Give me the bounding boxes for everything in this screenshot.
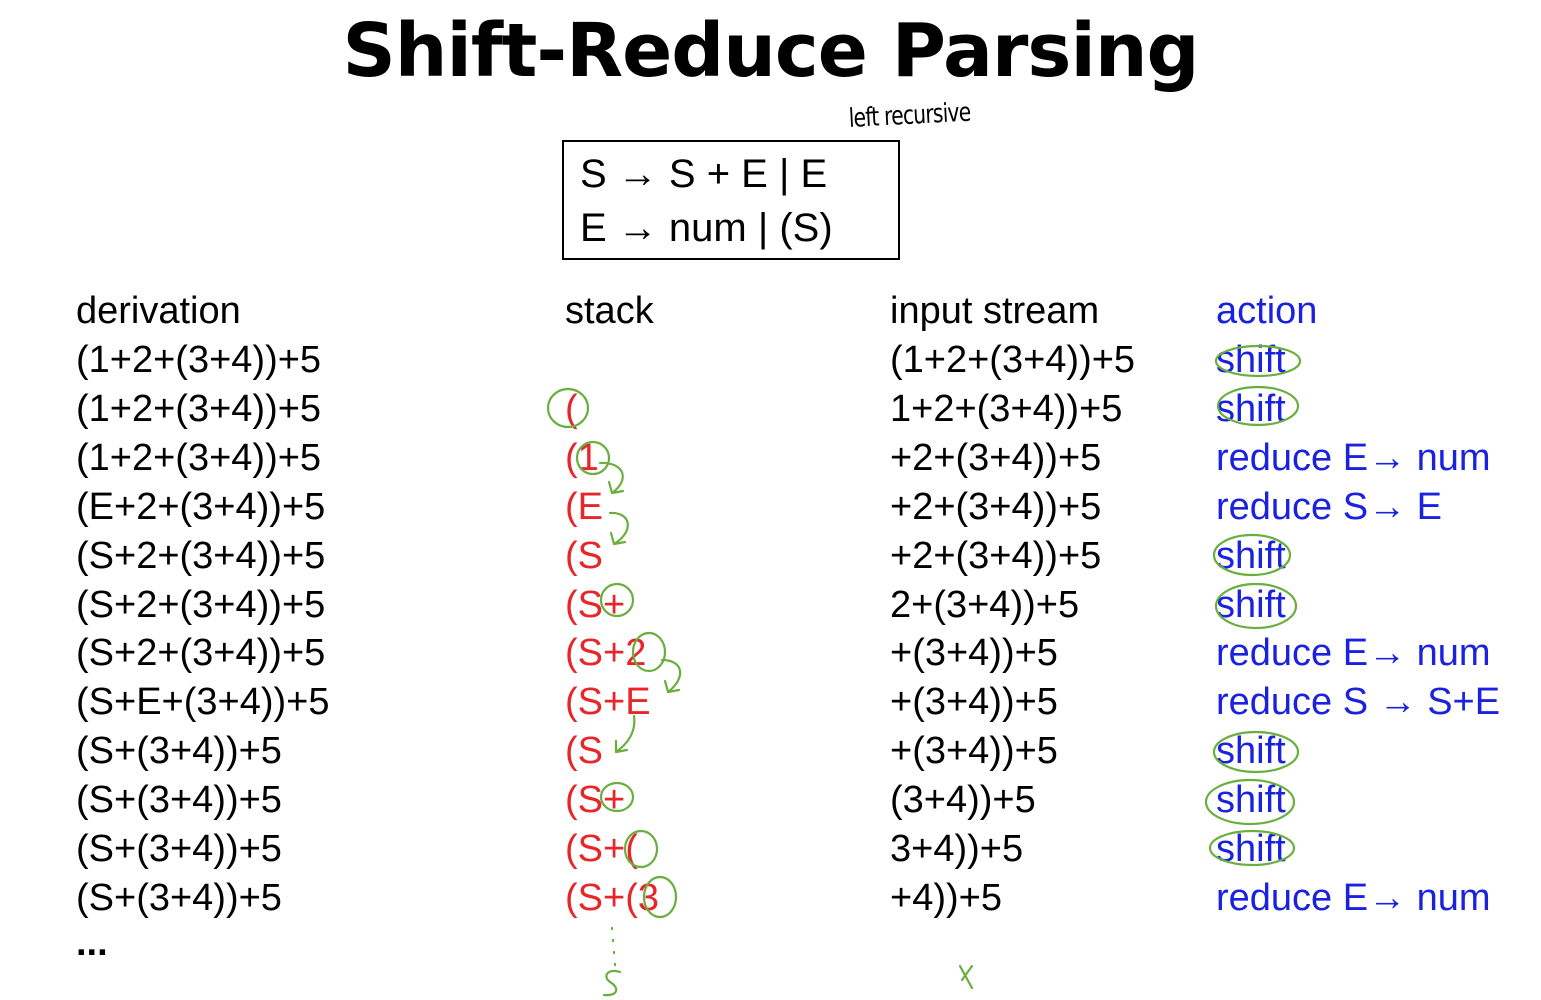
- grammar-rule-e: E → num | (S): [580, 206, 833, 250]
- input-stream-cell: +2+(3+4))+5: [890, 535, 1102, 577]
- reduce-arrow: [608, 511, 629, 546]
- stack-cell: (S+E: [565, 681, 651, 723]
- header-stack: stack: [565, 290, 654, 332]
- dotted-continuation: [610, 926, 617, 967]
- derivation-cell: (E+2+(3+4))+5: [76, 486, 326, 528]
- input-stream-cell: 1+2+(3+4))+5: [890, 388, 1123, 430]
- grammar-box: S → S + E | E E → num | (S): [562, 140, 900, 260]
- header-input-stream: input stream: [890, 290, 1100, 332]
- input-stream-cell: +(3+4))+5: [890, 681, 1058, 723]
- action-cell: reduce E→ num: [1216, 877, 1491, 919]
- reduce-arrow: [660, 658, 682, 694]
- input-stream-cell: +(3+4))+5: [890, 632, 1058, 674]
- action-cell: shift: [1216, 828, 1286, 870]
- input-stream-cell: 2+(3+4))+5: [890, 584, 1080, 626]
- derivation-cell: (S+(3+4))+5: [76, 877, 282, 919]
- input-stream-cell: +2+(3+4))+5: [890, 437, 1102, 479]
- action-cell: reduce S→ E: [1216, 486, 1442, 528]
- input-stream-cell: (1+2+(3+4))+5: [890, 339, 1136, 381]
- action-cell: shift: [1216, 339, 1286, 381]
- input-stream-cell: 3+4))+5: [890, 828, 1024, 870]
- action-cell: shift: [1216, 388, 1286, 430]
- action-cell: shift: [1216, 730, 1286, 772]
- input-stream-cell: (3+4))+5: [890, 779, 1036, 821]
- input-stream-cell: +2+(3+4))+5: [890, 486, 1102, 528]
- action-cell: shift: [1216, 779, 1286, 821]
- stack-cell: (E: [565, 486, 603, 528]
- derivation-cell: (S+(3+4))+5: [76, 779, 282, 821]
- derivation-cell: (S+2+(3+4))+5: [76, 632, 326, 674]
- derivation-cell: (S+E+(3+4))+5: [76, 681, 330, 723]
- derivation-cell: (S+(3+4))+5: [76, 730, 282, 772]
- action-cell: reduce E→ num: [1216, 437, 1491, 479]
- stack-cell: (S+: [565, 584, 626, 626]
- stack-cell: (1: [565, 437, 599, 479]
- stack-cell: (S: [565, 730, 603, 772]
- derivation-cell: (S+2+(3+4))+5: [76, 584, 326, 626]
- derivation-cell: (S+2+(3+4))+5: [76, 535, 326, 577]
- action-cell: reduce S → S+E: [1216, 681, 1501, 723]
- stack-cell: (S+2: [565, 632, 647, 674]
- reduce-arrow: [598, 461, 625, 495]
- action-cell: shift: [1216, 535, 1286, 577]
- handwritten-note: left recursive: [848, 97, 972, 134]
- handwritten-s: [602, 969, 622, 997]
- derivation-cell: (1+2+(3+4))+5: [76, 339, 322, 381]
- header-action: action: [1216, 290, 1318, 332]
- stack-cell: (S+(: [565, 828, 638, 870]
- input-stream-cell: +(3+4))+5: [890, 730, 1058, 772]
- handwritten-x: [958, 964, 974, 990]
- derivation-cell: (1+2+(3+4))+5: [76, 388, 322, 430]
- stack-cell: (S: [565, 535, 603, 577]
- action-cell: reduce E→ num: [1216, 632, 1491, 674]
- action-cell: shift: [1216, 584, 1286, 626]
- derivation-cell: (1+2+(3+4))+5: [76, 437, 322, 479]
- header-derivation: derivation: [76, 290, 241, 332]
- stack-cell: (S+: [565, 779, 626, 821]
- stack-cell: (: [565, 388, 578, 430]
- slide-title: Shift-Reduce Parsing: [342, 8, 1199, 94]
- input-stream-cell: +4))+5: [890, 877, 1002, 919]
- stack-cell: (S+(3: [565, 877, 659, 919]
- derivation-cell: (S+(3+4))+5: [76, 828, 282, 870]
- ellipsis: ...: [76, 922, 108, 964]
- grammar-rule-s: S → S + E | E: [580, 152, 828, 196]
